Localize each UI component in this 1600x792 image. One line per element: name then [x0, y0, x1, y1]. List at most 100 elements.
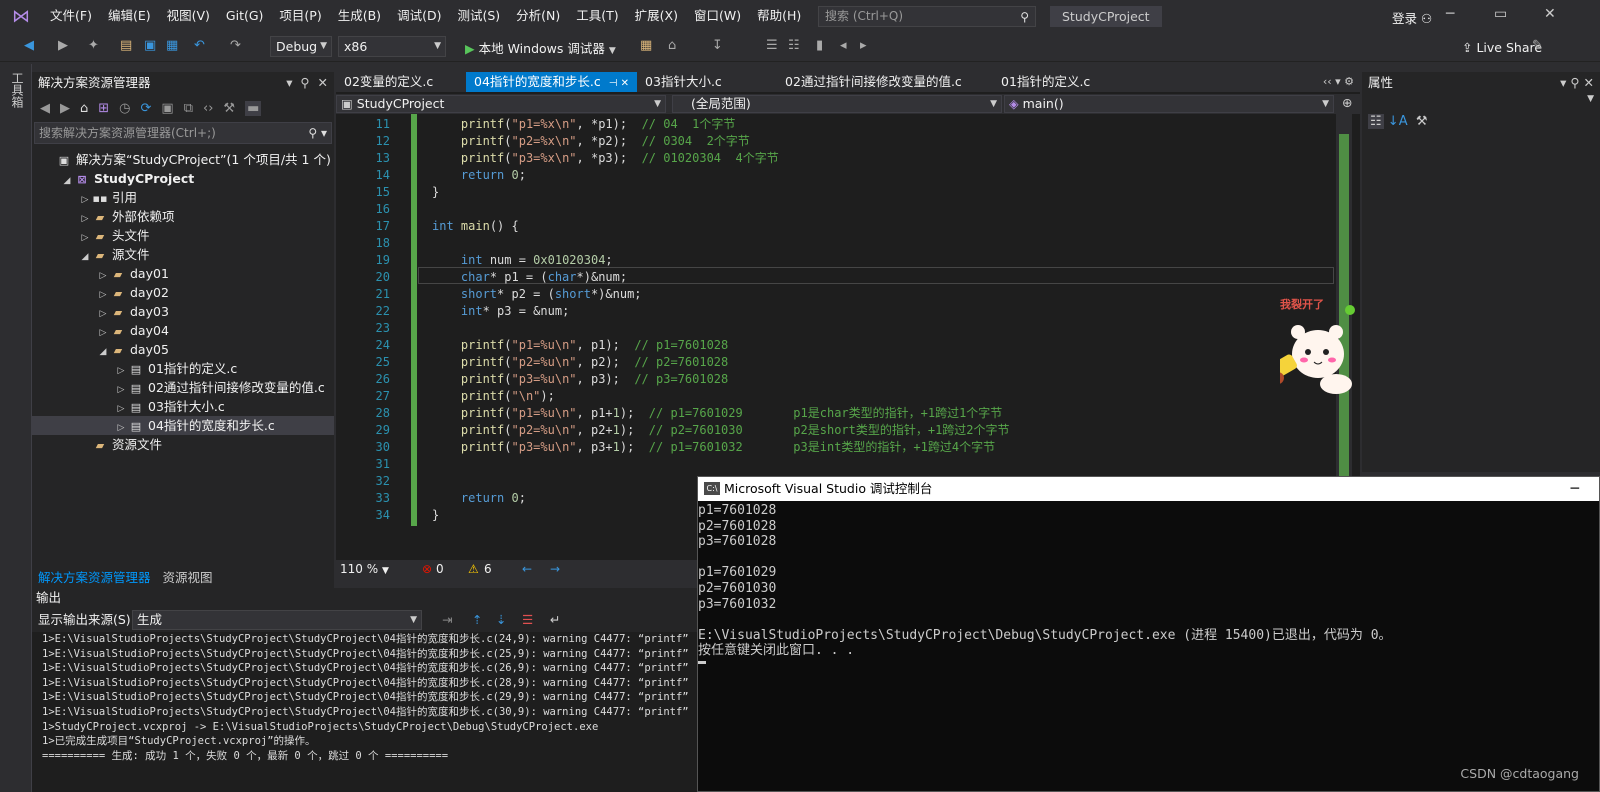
- panel-controls[interactable]: ▾ ⚲ ✕: [1560, 72, 1594, 94]
- minimize-icon[interactable]: ─: [1571, 477, 1579, 501]
- next-bookmark-icon[interactable]: ▸: [860, 38, 867, 53]
- clear-all-icon[interactable]: ☰: [522, 608, 533, 632]
- warning-count[interactable]: 6: [484, 562, 492, 576]
- tab-resource-view[interactable]: 资源视图: [157, 566, 219, 590]
- tree-item[interactable]: ▰ 资源文件: [32, 435, 334, 454]
- menu-item[interactable]: 文件(F): [42, 0, 100, 32]
- code-line[interactable]: 21 short* p2 = (short*)&num;: [336, 286, 1336, 303]
- previous-issue-icon[interactable]: ←: [522, 562, 532, 576]
- toolbox-tab[interactable]: 工具箱: [9, 72, 26, 108]
- menu-item[interactable]: 视图(V): [159, 0, 218, 32]
- show-all-files-icon[interactable]: ⧉: [184, 101, 193, 116]
- save-all-icon[interactable]: ▦: [166, 38, 178, 53]
- menu-item[interactable]: 工具(T): [568, 0, 626, 32]
- back-icon[interactable]: ◀: [24, 38, 34, 53]
- output-text[interactable]: 1>E:\VisualStudioProjects\StudyCProject\…: [32, 632, 700, 792]
- tree-item[interactable]: ▷ ▰ 头文件: [32, 226, 334, 245]
- split-icon[interactable]: ⊕: [1342, 95, 1352, 110]
- tree-item[interactable]: ▷ ▤ 02通过指针间接修改变量的值.c: [32, 378, 334, 397]
- word-wrap-icon[interactable]: ↵: [550, 608, 560, 632]
- platform-select[interactable]: x86 ▼: [338, 36, 446, 57]
- prev-message-icon[interactable]: ⇡: [472, 608, 482, 632]
- feedback-icon[interactable]: ✎: [1532, 38, 1543, 53]
- next-issue-icon[interactable]: →: [550, 562, 560, 576]
- tree-item[interactable]: ▣ 解决方案“StudyCProject”(1 个项目/共 1 个): [32, 150, 334, 169]
- zoom-select[interactable]: 110 % ▼: [340, 562, 389, 576]
- code-line[interactable]: 11 printf("p1=%x\n", *p1); // 04 1个字节: [336, 116, 1336, 133]
- menu-item[interactable]: 调试(D): [389, 0, 449, 32]
- sync-icon[interactable]: ⟳: [141, 101, 152, 116]
- code-line[interactable]: 31: [336, 456, 1336, 473]
- tree-item[interactable]: ▷ ▰ day01: [32, 264, 334, 283]
- tab-document[interactable]: 02通过指针间接修改变量的值.c: [777, 72, 993, 92]
- member-nav-select[interactable]: ◈ main() ▼: [1004, 95, 1334, 113]
- menu-item[interactable]: 帮助(H): [749, 0, 809, 32]
- properties-object-select[interactable]: ▼: [1362, 94, 1600, 114]
- code-line[interactable]: 29 printf("p2=%u\n", p2+1); // p2=760103…: [336, 422, 1336, 439]
- console-output[interactable]: p1=7601028 p2=7601028 p3=7601028 p1=7601029…: [698, 501, 1599, 659]
- collapse-all-icon[interactable]: ▣: [161, 101, 173, 116]
- code-line[interactable]: 15}: [336, 184, 1336, 201]
- next-message-icon[interactable]: ⇣: [496, 608, 506, 632]
- code-line[interactable]: 25 printf("p2=%u\n", p2); // p2=7601028: [336, 354, 1336, 371]
- save-icon[interactable]: ▣: [144, 38, 156, 53]
- bookmark-icon[interactable]: ▮: [816, 38, 823, 53]
- code-line[interactable]: 18: [336, 235, 1336, 252]
- code-line[interactable]: 12 printf("p2=%x\n", *p2); // 0304 2个字节: [336, 133, 1336, 150]
- code-line[interactable]: 20 char* p1 = (char*)&num;: [336, 269, 1336, 286]
- maximize-icon[interactable]: ▭: [1494, 6, 1507, 22]
- tree-item[interactable]: ◢ ⊠ StudyCProject: [32, 169, 334, 188]
- tree-item[interactable]: ▷ ▰ day02: [32, 283, 334, 302]
- tree-item[interactable]: ▷ ▰ 外部依赖项: [32, 207, 334, 226]
- menu-item[interactable]: 分析(N): [508, 0, 568, 32]
- code-line[interactable]: 26 printf("p3=%u\n", p3); // p3=7601028: [336, 371, 1336, 388]
- properties-icon[interactable]: ⚒: [223, 101, 235, 116]
- code-line[interactable]: 13 printf("p3=%x\n", *p3); // 01020304 4…: [336, 150, 1336, 167]
- step-icon[interactable]: ↧: [712, 38, 723, 53]
- forward-icon[interactable]: ▶: [58, 38, 68, 53]
- tree-item[interactable]: ▷ ▤ 04指针的宽度和步长.c: [32, 416, 334, 435]
- home-icon[interactable]: ⌂: [80, 101, 88, 116]
- code-line[interactable]: 17 int main() {: [336, 218, 1336, 235]
- new-project-icon[interactable]: ✦: [88, 38, 99, 53]
- categorized-icon[interactable]: ☷: [1368, 114, 1384, 129]
- menu-item[interactable]: 窗口(W): [686, 0, 749, 32]
- minimize-icon[interactable]: ─: [1446, 6, 1454, 22]
- code-line[interactable]: 14 return 0;: [336, 167, 1336, 184]
- login-button[interactable]: 登录 ⚇: [1392, 8, 1432, 27]
- back-icon[interactable]: ◀: [40, 101, 50, 116]
- code-line[interactable]: 24 printf("p1=%u\n", p1); // p1=7601028: [336, 337, 1336, 354]
- tree-item[interactable]: ◢ ▰ day05: [32, 340, 334, 359]
- preview-icon[interactable]: ▬: [245, 100, 262, 116]
- tab-document[interactable]: 01指针的定义.c: [993, 72, 1133, 92]
- menu-item[interactable]: Git(G): [218, 0, 272, 32]
- menu-item[interactable]: 编辑(E): [100, 0, 159, 32]
- output-source-select[interactable]: 生成 ▼: [132, 610, 422, 630]
- configuration-select[interactable]: Debug ▼: [270, 36, 332, 57]
- code-line[interactable]: 28 printf("p1=%u\n", p1+1); // p1=760102…: [336, 405, 1336, 422]
- start-debugging-button[interactable]: ▶ 本地 Windows 调试器 ▼: [465, 38, 616, 57]
- prev-bookmark-icon[interactable]: ◂: [840, 38, 847, 53]
- property-pages-icon[interactable]: ⚒: [1416, 114, 1428, 129]
- panel-controls[interactable]: ▾ ⚲ ✕: [286, 72, 328, 94]
- code-line[interactable]: 19 int num = 0x01020304;: [336, 252, 1336, 269]
- tab-solution-explorer[interactable]: 解决方案资源管理器: [32, 566, 157, 590]
- error-count[interactable]: 0: [436, 562, 444, 576]
- code-line[interactable]: 22 int* p3 = &num;: [336, 303, 1336, 320]
- menu-item[interactable]: 扩展(X): [627, 0, 686, 32]
- close-icon[interactable]: ✕: [1544, 6, 1556, 22]
- code-line[interactable]: 30 printf("p3=%u\n", p3+1); // p1=760103…: [336, 439, 1336, 456]
- menu-item[interactable]: 项目(P): [271, 0, 329, 32]
- tab-document[interactable]: 04指针的宽度和步长.c ⊣ ✕: [466, 72, 638, 92]
- find-message-icon[interactable]: ⇥: [442, 608, 452, 632]
- code-line[interactable]: 16: [336, 201, 1336, 218]
- undo-icon[interactable]: ↶: [194, 38, 205, 53]
- pending-changes-icon[interactable]: ◷: [119, 101, 130, 116]
- tab-document[interactable]: 03指针大小.c: [637, 72, 777, 92]
- uncomment-icon[interactable]: ☷: [788, 38, 800, 53]
- tree-item[interactable]: ▷ ▰ day04: [32, 321, 334, 340]
- live-share-button[interactable]: ⇪ Live Share: [1462, 40, 1542, 55]
- tree-item[interactable]: ▷ ▰ day03: [32, 302, 334, 321]
- code-line[interactable]: 23: [336, 320, 1336, 337]
- menu-item[interactable]: 生成(B): [330, 0, 389, 32]
